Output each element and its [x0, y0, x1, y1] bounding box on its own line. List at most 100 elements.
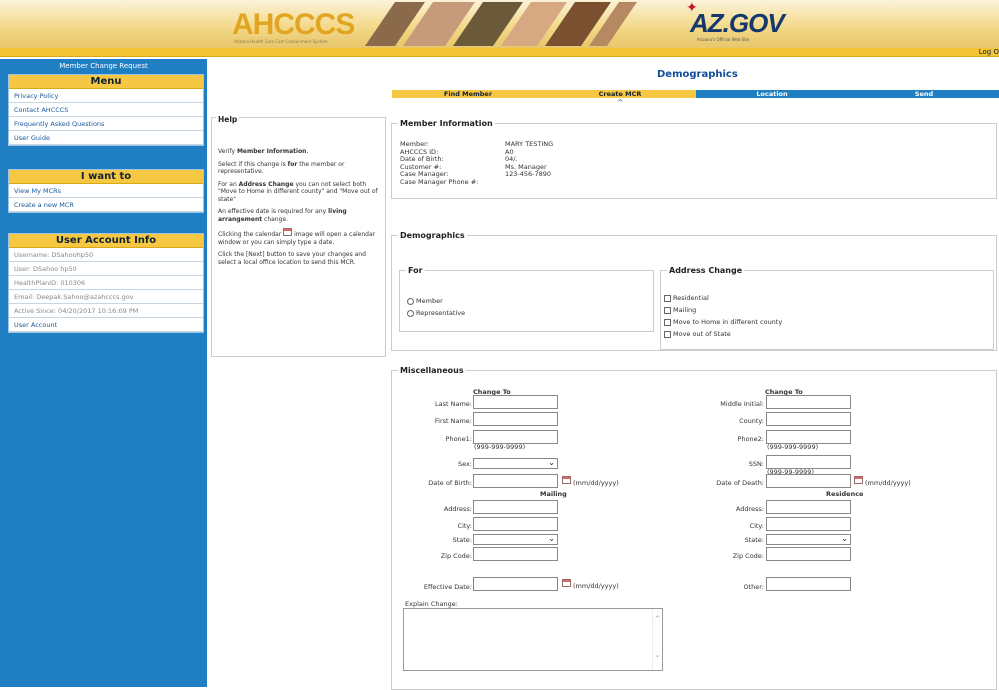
phone1-input[interactable] — [473, 430, 558, 444]
help-text-2: Select if this change is for the member … — [218, 160, 345, 176]
other-label: Other: — [743, 583, 764, 591]
residence-address-label: Address: — [735, 505, 764, 513]
address-change-legend: Address Change — [667, 266, 745, 275]
residence-zip-input[interactable] — [766, 547, 851, 561]
residential-checkbox[interactable]: Residential — [664, 294, 709, 302]
phone2-input[interactable] — [766, 430, 851, 444]
phone2-label: Phone2: — [737, 435, 764, 443]
miscellaneous-panel: Miscellaneous Change To Change To Last N… — [391, 366, 997, 690]
help-text-6: Click the [Next] button to save your cha… — [218, 251, 366, 266]
step-location: Location — [696, 90, 848, 98]
dod-input[interactable] — [766, 474, 851, 488]
demographics-legend: Demographics — [398, 231, 467, 240]
mailing-state-select[interactable]: ⌄ — [473, 534, 558, 545]
member-values: MARY TESTING A0 04/. Ms. Manager 123-456-789… — [505, 140, 553, 179]
first-name-input[interactable] — [473, 412, 558, 426]
top-bar: Log O — [0, 48, 999, 57]
chevron-down-icon: ⌄ — [841, 534, 848, 543]
view-my-mcrs-link[interactable]: View My MCRs — [9, 184, 203, 198]
create-new-mcr-link[interactable]: Create a new MCR — [9, 198, 203, 212]
explain-change-textarea[interactable]: ^ ⌄ — [403, 608, 663, 671]
menu-item-user-guide[interactable]: User Guide — [9, 131, 203, 145]
step-create-mcr[interactable]: Create MCR — [544, 90, 696, 98]
textarea-scrollbar[interactable]: ^ ⌄ — [652, 609, 662, 670]
for-member-radio[interactable]: Member — [407, 297, 443, 305]
sidebar-title: Member Change Request — [59, 62, 148, 70]
chevron-up-icon: ^ — [654, 615, 661, 623]
last-name-input[interactable] — [473, 395, 558, 409]
azgov-logo-subtitle: Arizona's Official Web Site — [697, 37, 750, 42]
mailing-city-label: City: — [457, 522, 472, 530]
member-info-panel: Member Information Member: AHCCCS ID: Date… — [391, 119, 997, 199]
move-out-of-state-checkbox[interactable]: Move out of State — [664, 330, 731, 338]
account-box: User Account Info Username: DSahoohp50 U… — [8, 233, 204, 333]
residence-address-input[interactable] — [766, 500, 851, 514]
for-representative-radio[interactable]: Representative — [407, 309, 465, 317]
menu-item-contact[interactable]: Contact AHCCCS — [9, 103, 203, 117]
menu-item-privacy[interactable]: Privacy Policy — [9, 89, 203, 103]
county-input[interactable] — [766, 412, 851, 426]
mailing-heading: Mailing — [540, 490, 567, 498]
mailing-address-input[interactable] — [473, 500, 558, 514]
menu-item-faq[interactable]: Frequently Asked Questions — [9, 117, 203, 131]
phone1-label: Phone1: — [445, 435, 472, 443]
for-group: For Member Representative — [399, 266, 654, 332]
residence-state-select[interactable]: ⌄ — [766, 534, 851, 545]
member-info-legend: Member Information — [398, 119, 495, 128]
chevron-down-icon: ⌄ — [654, 651, 661, 659]
mailing-zip-input[interactable] — [473, 547, 558, 561]
dod-calendar-icon[interactable] — [854, 476, 863, 484]
other-input[interactable] — [766, 577, 851, 591]
user-account-link[interactable]: User Account — [9, 318, 203, 332]
logout-link[interactable]: Log O — [979, 48, 999, 57]
account-healthplan: HealthPlanID: 010306 — [9, 276, 203, 290]
sex-select[interactable]: ⌄ — [473, 458, 558, 469]
effective-date-calendar-icon[interactable] — [562, 579, 571, 587]
step-send: Send — [848, 90, 999, 98]
header-photo-strip — [365, 2, 637, 46]
effective-date-hint: (mm/dd/yyyy) — [573, 582, 619, 590]
phone1-hint: (999-999-9999) — [474, 443, 526, 451]
help-title: Help — [216, 115, 240, 124]
sex-label: Sex: — [457, 460, 472, 468]
account-email: Email: Deepak.Sahoo@azahcccs.gov — [9, 290, 203, 304]
dob-input[interactable] — [473, 474, 558, 488]
account-heading: User Account Info — [9, 234, 203, 248]
mailing-city-input[interactable] — [473, 517, 558, 531]
residence-zip-label: Zip Code: — [732, 552, 764, 560]
member-labels: Member: AHCCCS ID: Date of Birth: Customer … — [400, 140, 479, 186]
ssn-label: SSN: — [748, 460, 764, 468]
mailing-checkbox[interactable]: Mailing — [664, 306, 696, 314]
middle-initial-input[interactable] — [766, 395, 851, 409]
county-label: County: — [739, 417, 764, 425]
menu-box: Menu Privacy Policy Contact AHCCCS Frequ… — [8, 74, 204, 146]
azgov-logo[interactable]: AZ.GOV — [690, 8, 785, 39]
calendar-icon — [283, 228, 293, 236]
residence-city-label: City: — [749, 522, 764, 530]
explain-change-label: Explain Change: — [405, 600, 458, 608]
sidebar: Member Change Request Menu Privacy Polic… — [0, 59, 207, 687]
current-step-caret-icon: ^ — [617, 98, 624, 107]
effective-date-input[interactable] — [473, 577, 558, 591]
dob-label: Date of Birth: — [428, 479, 472, 487]
help-text-4: An effective date is required for any li… — [218, 208, 347, 223]
mailing-zip-label: Zip Code: — [440, 552, 472, 560]
address-change-group: Address Change Residential Mailing Move … — [660, 266, 994, 350]
header-banner: AHCCCS Arizona Health Care Cost Containm… — [0, 0, 999, 48]
account-active-since: Active Since: 04/20/2017 10:16:09 PM — [9, 304, 203, 318]
help-panel: Help Verify Member Information. Select i… — [211, 115, 386, 357]
mailing-state-label: State: — [452, 536, 472, 544]
for-legend: For — [406, 266, 425, 275]
mailing-address-label: Address: — [443, 505, 472, 513]
i-want-to-box: I want to View My MCRs Create a new MCR — [8, 169, 204, 213]
chevron-down-icon: ⌄ — [548, 534, 555, 543]
first-name-label: First Name: — [434, 417, 472, 425]
residence-city-input[interactable] — [766, 517, 851, 531]
dod-label: Date of Death: — [716, 479, 764, 487]
dob-calendar-icon[interactable] — [562, 476, 571, 484]
ssn-input[interactable] — [766, 455, 851, 469]
move-home-different-county-checkbox[interactable]: Move to Home in different county — [664, 318, 782, 326]
account-username: Username: DSahoohp50 — [9, 248, 203, 262]
step-find-member[interactable]: Find Member — [392, 90, 544, 98]
ahcccs-logo[interactable]: AHCCCS — [232, 8, 355, 42]
